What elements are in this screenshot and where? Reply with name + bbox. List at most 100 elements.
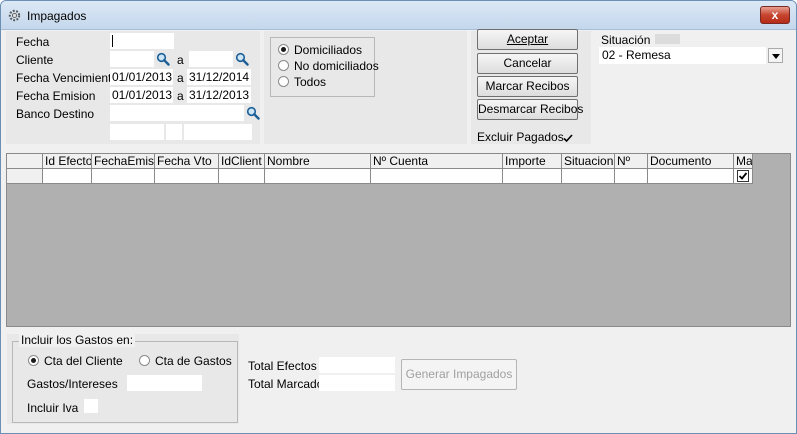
emision-a-label: a bbox=[177, 89, 184, 103]
situacion-dropdown[interactable] bbox=[768, 48, 783, 63]
banco-code-field bbox=[110, 124, 164, 140]
banco-search-icon[interactable] bbox=[246, 106, 260, 120]
marcado-checkbox[interactable] bbox=[737, 170, 749, 182]
cell-id-efecto[interactable] bbox=[43, 169, 92, 184]
gear-icon bbox=[8, 9, 21, 22]
cell-num[interactable] bbox=[615, 169, 648, 184]
checkmark-icon bbox=[738, 172, 748, 180]
col-marcado[interactable]: Ma bbox=[734, 154, 753, 169]
col-importe[interactable]: Importe bbox=[503, 154, 562, 169]
cell-importe[interactable] bbox=[503, 169, 562, 184]
row-indicator[interactable] bbox=[7, 169, 43, 184]
gastos-intereses-input[interactable] bbox=[127, 375, 202, 391]
text-cursor bbox=[112, 35, 113, 47]
radio-cta-gastos-label: Cta de Gastos bbox=[155, 354, 232, 368]
chevron-down-icon bbox=[772, 54, 780, 59]
total-marcado-field bbox=[319, 375, 395, 391]
cell-num-cuenta[interactable] bbox=[371, 169, 503, 184]
col-situacion[interactable]: Situacion bbox=[562, 154, 615, 169]
incluir-iva-checkbox[interactable] bbox=[84, 399, 98, 413]
client-area: Fecha Cliente a Fecha Vencimiento 01/01/… bbox=[6, 29, 792, 429]
situacion-label: Situación bbox=[601, 33, 651, 47]
cancelar-button[interactable]: Cancelar bbox=[477, 53, 578, 74]
desmarcar-recibos-label: Desmarcar Recibos bbox=[478, 102, 584, 116]
vencimiento-from-input[interactable]: 01/01/2013 bbox=[110, 69, 173, 85]
col-fecha-emision[interactable]: FechaEmisi bbox=[92, 154, 155, 169]
cell-nombre[interactable] bbox=[265, 169, 371, 184]
cell-marcado[interactable] bbox=[734, 169, 753, 184]
cliente-from-input[interactable] bbox=[110, 51, 154, 67]
radio-domiciliados[interactable]: Domiciliados bbox=[278, 43, 362, 57]
aceptar-button[interactable]: Aceptar bbox=[477, 29, 578, 50]
cliente-to-input[interactable] bbox=[189, 51, 233, 67]
efectos-grid[interactable]: Id Efecto FechaEmisi Fecha Vto IdClient … bbox=[6, 153, 791, 327]
radio-on-icon bbox=[278, 44, 289, 55]
col-fecha-vto[interactable]: Fecha Vto bbox=[155, 154, 219, 169]
situacion-code-field bbox=[655, 34, 680, 44]
window-title: Impagados bbox=[27, 9, 87, 23]
col-id-efecto[interactable]: Id Efecto bbox=[43, 154, 92, 169]
radio-cta-gastos[interactable]: Cta de Gastos bbox=[139, 354, 232, 368]
col-nombre[interactable]: Nombre bbox=[265, 154, 371, 169]
marcar-recibos-button[interactable]: Marcar Recibos bbox=[477, 76, 578, 97]
vencimiento-label: Fecha Vencimiento bbox=[16, 71, 119, 85]
banco-input[interactable] bbox=[110, 105, 244, 121]
table-row[interactable] bbox=[7, 169, 753, 184]
radio-off-icon bbox=[278, 76, 289, 87]
situacion-select[interactable]: 02 - Remesa bbox=[599, 47, 766, 64]
cancelar-label: Cancelar bbox=[503, 56, 552, 70]
total-efectos-field bbox=[319, 357, 395, 373]
desmarcar-recibos-button[interactable]: Desmarcar Recibos bbox=[477, 99, 583, 120]
excluir-pagados-checkmark-icon[interactable] bbox=[562, 132, 574, 144]
excluir-pagados-label: Excluir Pagados bbox=[477, 130, 564, 144]
radio-no-domiciliados[interactable]: No domiciliados bbox=[278, 59, 379, 73]
cell-id-cliente[interactable] bbox=[219, 169, 265, 184]
cliente-label: Cliente bbox=[16, 53, 54, 67]
col-documento[interactable]: Documento bbox=[648, 154, 734, 169]
emision-label: Fecha Emision bbox=[16, 89, 96, 103]
radio-cta-cliente-label: Cta del Cliente bbox=[44, 354, 123, 368]
fecha-input[interactable] bbox=[110, 33, 174, 49]
cell-documento[interactable] bbox=[648, 169, 734, 184]
radio-on-icon bbox=[28, 355, 39, 366]
fecha-label: Fecha bbox=[16, 35, 50, 49]
title-bar: Impagados x bbox=[1, 1, 796, 30]
cell-situacion[interactable] bbox=[562, 169, 615, 184]
impagados-window: Impagados x Fecha Cliente a Fecha Vencim… bbox=[0, 0, 797, 434]
emision-to-input[interactable]: 31/12/2013 bbox=[187, 87, 251, 103]
radio-todos-label: Todos bbox=[294, 75, 327, 89]
vencimiento-a-label: a bbox=[177, 71, 184, 85]
banco-label: Banco Destino bbox=[16, 107, 95, 121]
total-efectos-label: Total Efectos bbox=[248, 359, 317, 373]
vencimiento-to-input[interactable]: 31/12/2014 bbox=[187, 69, 251, 85]
total-marcado-label: Total Marcado bbox=[248, 377, 324, 391]
gastos-intereses-label: Gastos/Intereses bbox=[27, 377, 118, 391]
grid-header: Id Efecto FechaEmisi Fecha Vto IdClient … bbox=[7, 154, 753, 169]
col-id-cliente[interactable]: IdClient bbox=[219, 154, 265, 169]
generar-impagados-label: Generar Impagados bbox=[405, 367, 513, 381]
cliente-to-search-icon[interactable] bbox=[235, 52, 249, 66]
marcar-recibos-label: Marcar Recibos bbox=[485, 79, 570, 93]
radio-cta-cliente[interactable]: Cta del Cliente bbox=[28, 354, 123, 368]
cliente-from-search-icon[interactable] bbox=[156, 52, 170, 66]
gastos-legend: Incluir los Gastos en: bbox=[19, 333, 136, 347]
banco-account-field bbox=[184, 124, 252, 140]
incluir-iva-label: Incluir Iva bbox=[27, 401, 79, 415]
cell-fecha-vto[interactable] bbox=[155, 169, 219, 184]
banco-dc-field bbox=[166, 124, 182, 140]
col-num-cuenta[interactable]: Nº Cuenta bbox=[371, 154, 503, 169]
grid-row-indicator-header bbox=[7, 154, 43, 169]
radio-todos[interactable]: Todos bbox=[278, 75, 326, 89]
radio-off-icon bbox=[278, 60, 289, 71]
close-button[interactable]: x bbox=[760, 6, 790, 24]
emision-from-input[interactable]: 01/01/2013 bbox=[110, 87, 173, 103]
situacion-value: 02 - Remesa bbox=[602, 48, 671, 62]
aceptar-label: Aceptar bbox=[506, 32, 549, 46]
radio-off-icon bbox=[139, 355, 150, 366]
radio-domiciliados-label: Domiciliados bbox=[294, 43, 363, 57]
col-num[interactable]: Nº bbox=[615, 154, 648, 169]
cell-fecha-emision[interactable] bbox=[92, 169, 155, 184]
cliente-a-label: a bbox=[177, 53, 184, 67]
generar-impagados-button[interactable]: Generar Impagados bbox=[401, 359, 517, 390]
close-icon: x bbox=[771, 8, 779, 22]
